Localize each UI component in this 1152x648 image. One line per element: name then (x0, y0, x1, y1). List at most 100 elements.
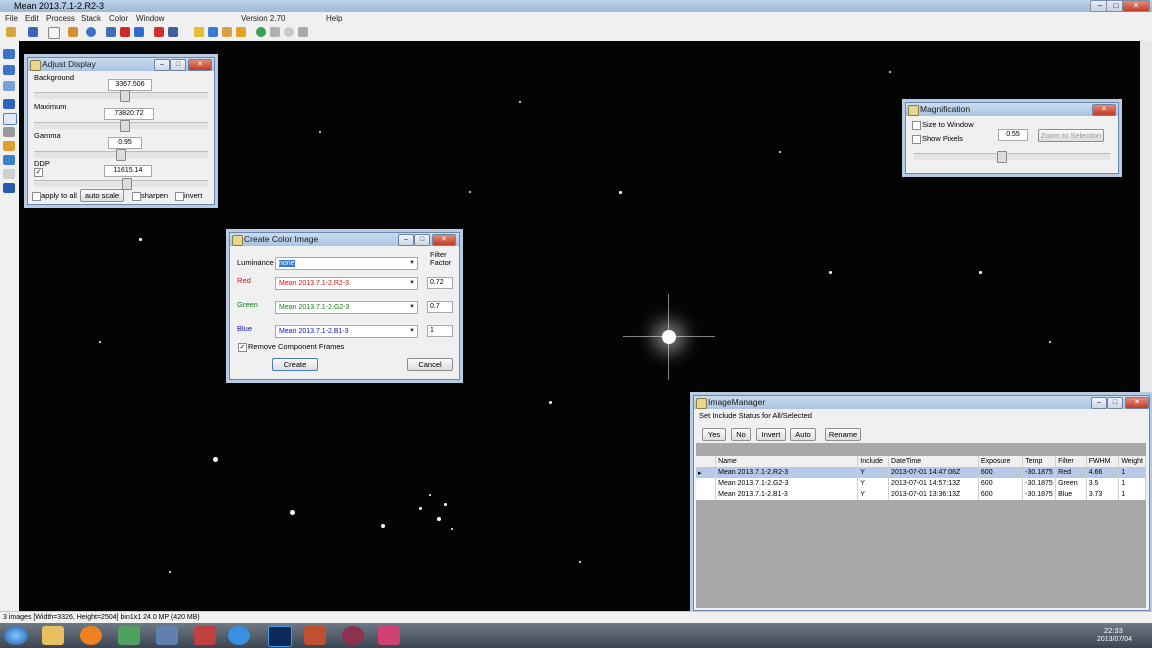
minimize-button[interactable]: – (398, 234, 414, 246)
cell-filter[interactable]: Blue (1055, 489, 1087, 500)
cell-exposure[interactable]: 600 (978, 467, 1024, 478)
image-manager-titlebar[interactable]: ImageManager – □ ✕ (694, 396, 1149, 409)
background-slider[interactable] (34, 90, 208, 102)
cancel-button[interactable]: Cancel (407, 358, 453, 371)
circle-icon[interactable] (284, 27, 294, 37)
close-button[interactable]: ✕ (432, 234, 456, 246)
cell-weight[interactable]: 1 (1118, 478, 1146, 489)
close-button[interactable]: ✕ (1092, 104, 1116, 116)
luminance-combo[interactable]: none ▼ (275, 257, 418, 270)
cell-exposure[interactable]: 600 (978, 478, 1024, 489)
create-color-titlebar[interactable]: Create Color Image – □ ✕ (230, 233, 459, 246)
maximum-slider[interactable] (34, 120, 208, 132)
table-row[interactable]: Mean 2013.7.1-2.G2-3 Y 2013-07-01 14:57:… (696, 478, 1146, 489)
grid-icon[interactable] (270, 27, 280, 37)
menu-process[interactable]: Process (46, 14, 75, 23)
maximize-button[interactable]: □ (414, 234, 430, 246)
col-temp[interactable]: Temp (1022, 456, 1057, 467)
cell-temp[interactable]: -30.1875 (1022, 478, 1057, 489)
cell-exposure[interactable]: 600 (978, 489, 1024, 500)
auto-scale-button[interactable]: auto scale (80, 189, 124, 202)
pin-icon[interactable] (3, 113, 17, 125)
minus-icon[interactable] (154, 27, 164, 37)
app-icon[interactable] (342, 626, 364, 645)
slider-thumb[interactable] (116, 149, 126, 161)
blue-factor-field[interactable]: 1 (427, 325, 453, 337)
rename-button[interactable]: Rename (825, 428, 861, 441)
menu-edit[interactable]: Edit (25, 14, 39, 23)
app-icon[interactable] (304, 626, 326, 645)
browser-icon[interactable] (228, 626, 250, 645)
col-filter[interactable]: Filter (1055, 456, 1087, 467)
cell-name[interactable]: Mean 2013.7.1-2.R2-3 (715, 467, 859, 478)
app-icon[interactable] (378, 626, 400, 645)
minimize-button[interactable]: – (154, 59, 170, 71)
menu-color[interactable]: Color (109, 14, 128, 23)
cell-datetime[interactable]: 2013-07-01 14:47:06Z (888, 467, 979, 478)
red-factor-field[interactable]: 0.72 (427, 277, 453, 289)
size-to-window-checkbox[interactable] (912, 121, 921, 130)
background-field[interactable]: 3367.506 (108, 79, 152, 91)
globe-icon[interactable] (256, 27, 266, 37)
flip-icon[interactable] (3, 99, 15, 109)
arrow-left-icon[interactable] (3, 49, 15, 59)
save-icon[interactable] (28, 27, 38, 37)
show-pixels-checkbox[interactable] (912, 135, 921, 144)
cell-fwhm[interactable]: 4.66 (1086, 467, 1120, 478)
yes-button[interactable]: Yes (702, 428, 726, 441)
cell-filter[interactable]: Green (1055, 478, 1087, 489)
monitor-icon[interactable] (3, 183, 15, 193)
cell-name[interactable]: Mean 2013.7.1-2.B1-3 (715, 489, 859, 500)
green-combo[interactable]: Mean 2013.7.1-2.G2-3 ▼ (275, 301, 418, 314)
magnification-value-field[interactable]: 0.55 (998, 129, 1028, 141)
red-combo[interactable]: Mean 2013.7.1-2.R2-3 ▼ (275, 277, 418, 290)
cell-include[interactable]: Y (857, 489, 890, 500)
photoshop-icon[interactable] (268, 626, 292, 647)
col-name[interactable]: Name (715, 456, 859, 467)
star-icon[interactable] (120, 27, 130, 37)
camera-icon[interactable] (106, 27, 116, 37)
col-include[interactable]: Include (857, 456, 890, 467)
remove-frames-checkbox[interactable]: ✓ (238, 343, 247, 352)
cell-include[interactable]: Y (857, 478, 890, 489)
table-row[interactable]: Mean 2013.7.1-2.B1-3 Y 2013-07-01 13:36:… (696, 489, 1146, 500)
zoom-to-selection-button[interactable]: Zoom to Selection (1038, 129, 1104, 142)
apply-to-all-checkbox[interactable] (32, 192, 41, 201)
histogram-icon[interactable] (3, 141, 15, 151)
col-weight[interactable]: Weight (1118, 456, 1146, 467)
cell-weight[interactable]: 1 (1118, 467, 1146, 478)
wrench-icon[interactable] (68, 27, 78, 37)
start-button-icon[interactable] (4, 626, 28, 645)
monitor-icon[interactable] (156, 626, 178, 645)
gamma-slider[interactable] (34, 149, 208, 161)
chevron-down-icon[interactable]: ▼ (409, 258, 415, 269)
slider-thumb[interactable] (120, 120, 130, 132)
slider-thumb[interactable] (996, 151, 1007, 163)
rotate-icon[interactable] (3, 81, 15, 91)
crop-icon[interactable] (3, 155, 15, 165)
hand-icon[interactable] (236, 27, 246, 37)
maximize-button[interactable]: □ (170, 59, 186, 71)
slider-thumb[interactable] (120, 90, 130, 102)
slider-thumb[interactable] (122, 178, 132, 190)
no-button[interactable]: No (731, 428, 751, 441)
explorer-icon[interactable] (42, 626, 64, 645)
minimize-button[interactable]: – (1091, 397, 1107, 409)
chevron-down-icon[interactable]: ▼ (409, 302, 415, 313)
close-button[interactable]: ✕ (1122, 0, 1150, 12)
help-icon[interactable] (86, 27, 96, 37)
cell-fwhm[interactable]: 3.73 (1086, 489, 1120, 500)
open-icon[interactable] (6, 27, 16, 37)
cell-fwhm[interactable]: 3.5 (1086, 478, 1120, 489)
cell-temp[interactable]: -30.1875 (1022, 467, 1057, 478)
menu-window[interactable]: Window (136, 14, 164, 23)
zoom-icon[interactable] (3, 127, 15, 137)
align-icon[interactable] (168, 27, 178, 37)
media-player-icon[interactable] (80, 626, 102, 645)
tool-icon[interactable] (208, 27, 218, 37)
close-button[interactable]: ✕ (1125, 397, 1149, 409)
telescope-icon[interactable] (298, 27, 308, 37)
menu-help[interactable]: Help (326, 14, 342, 23)
cell-name[interactable]: Mean 2013.7.1-2.G2-3 (715, 478, 859, 489)
menu-stack[interactable]: Stack (81, 14, 101, 23)
